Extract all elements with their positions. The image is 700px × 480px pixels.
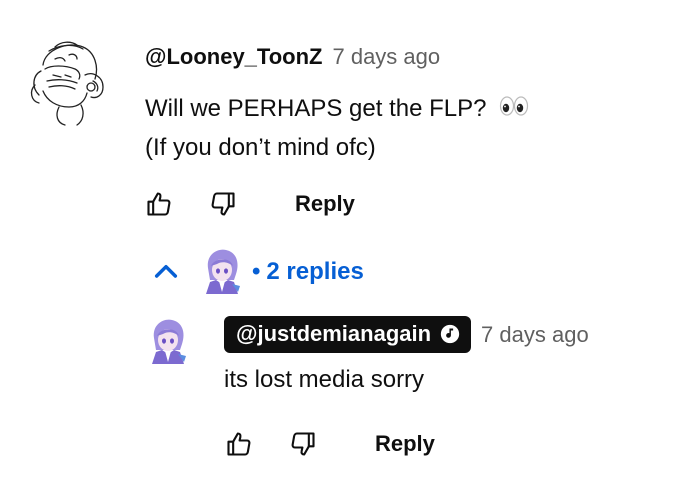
comment-author[interactable]: @Looney_ToonZ xyxy=(145,44,322,70)
thumbs-down-icon xyxy=(291,432,315,456)
reply-button[interactable]: Reply xyxy=(295,191,355,217)
reply-like-button[interactable] xyxy=(222,427,256,461)
chevron-up-icon xyxy=(154,264,178,278)
comment-text: Will we PERHAPS get the FLP? (If you don… xyxy=(145,90,529,167)
replier-avatar-small xyxy=(202,246,242,299)
like-button[interactable] xyxy=(142,187,176,221)
reply-author-avatar[interactable] xyxy=(148,316,188,369)
separator-dot: • xyxy=(252,258,261,285)
music-note-check-icon xyxy=(440,324,460,344)
reply-reply-button[interactable]: Reply xyxy=(375,431,435,457)
reply-dislike-button[interactable] xyxy=(286,427,320,461)
reply-actions: Reply xyxy=(222,427,435,461)
comment-timestamp[interactable]: 7 days ago xyxy=(332,44,440,70)
commenter-avatar[interactable] xyxy=(25,35,113,127)
reply-author-badge[interactable]: @justdemianagain xyxy=(224,316,472,353)
eyes-emoji-icon xyxy=(499,91,529,129)
reply-timestamp[interactable]: 7 days ago xyxy=(481,322,589,348)
thumbs-down-icon xyxy=(211,192,235,216)
replies-count[interactable]: 2 replies xyxy=(266,258,363,286)
comment-text-line-1: Will we PERHAPS get the FLP? xyxy=(145,95,487,122)
comment-text-line-2: (If you don’t mind ofc) xyxy=(145,133,376,161)
dislike-button[interactable] xyxy=(206,187,240,221)
reply-header: @justdemianagain 7 days ago xyxy=(224,316,589,353)
thumbs-up-icon xyxy=(227,432,251,456)
replies-toggle[interactable]: • 2 replies xyxy=(150,244,364,300)
reply-text: its lost media sorry xyxy=(224,366,425,393)
comment-header: @Looney_ToonZ 7 days ago xyxy=(145,44,440,70)
comment-actions: Reply xyxy=(142,187,355,221)
thumbs-up-icon xyxy=(147,192,171,216)
reply-author: @justdemianagain xyxy=(236,321,432,346)
